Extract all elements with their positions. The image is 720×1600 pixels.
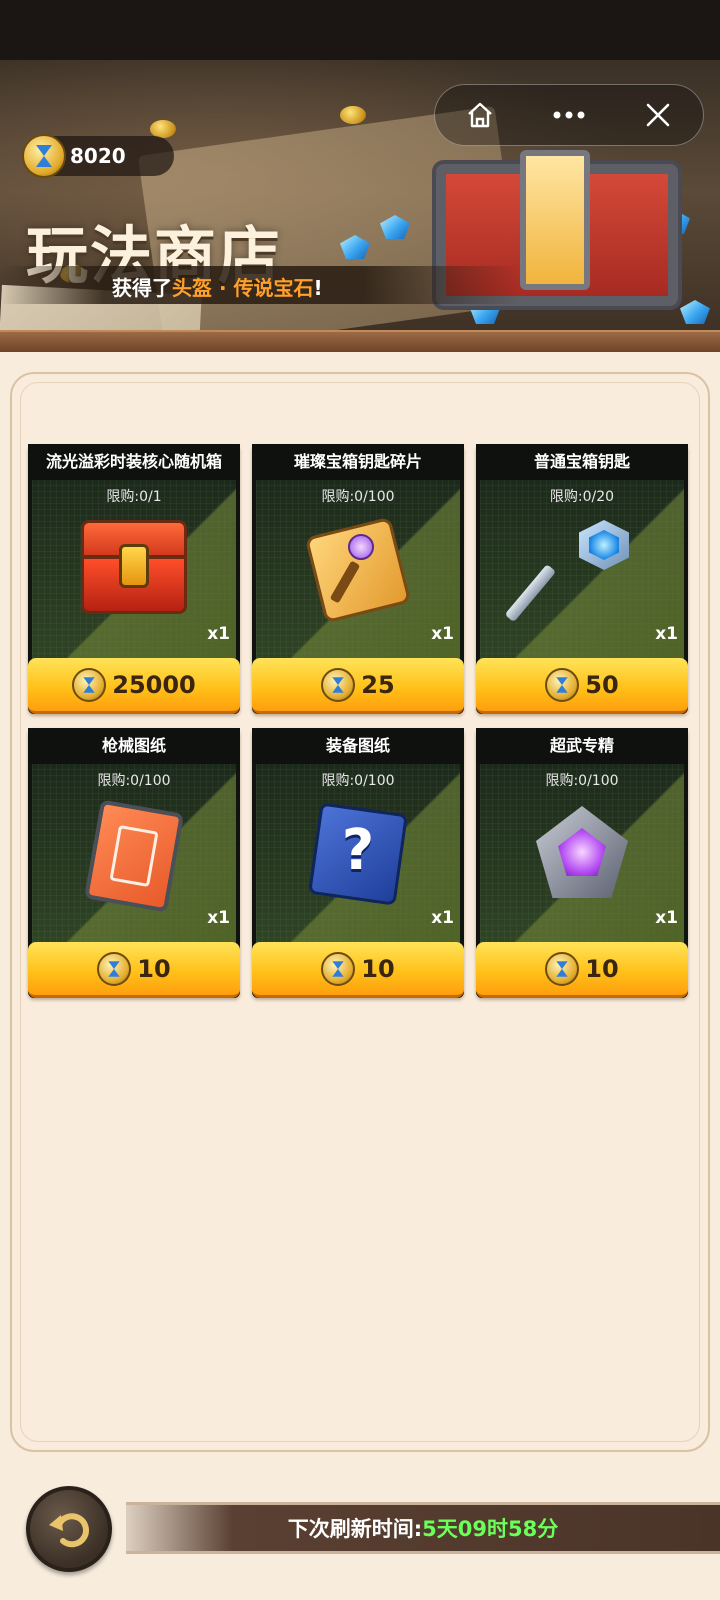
item-price: 10: [137, 954, 171, 983]
item-name: 流光溢彩时装核心随机箱: [28, 444, 240, 480]
super-weapon-icon: [532, 804, 632, 900]
item-quantity: x1: [655, 908, 678, 928]
item-name: 装备图纸: [252, 728, 464, 764]
buy-button[interactable]: 50: [476, 658, 688, 714]
hourglass-coin-icon: [22, 134, 66, 178]
buy-button[interactable]: 10: [476, 942, 688, 998]
item-quantity: x1: [207, 624, 230, 644]
item-purchase-limit: 限购:0/100: [321, 489, 395, 505]
shop-item-card[interactable]: 普通宝箱钥匙 限购:0/20 x1 50: [476, 444, 688, 714]
item-purchase-limit: 限购:0/100: [545, 773, 619, 789]
item-purchase-limit: 限购:0/20: [549, 489, 615, 505]
hourglass-coin-icon: [321, 667, 356, 702]
refresh-countdown: 5天09时58分: [422, 1517, 559, 1541]
key-icon: [504, 520, 637, 630]
item-price: 25000: [112, 670, 196, 699]
item-name: 璀璨宝箱钥匙碎片: [252, 444, 464, 480]
shop-item-card[interactable]: 璀璨宝箱钥匙碎片 限购:0/100 x1 25: [252, 444, 464, 714]
refresh-label: 下次刷新时间:: [287, 1517, 423, 1541]
item-name: 枪械图纸: [28, 728, 240, 764]
item-quantity: x1: [655, 624, 678, 644]
mini-program-capsule: [434, 84, 704, 146]
item-quantity: x1: [431, 624, 454, 644]
item-purchase-limit: 限购:0/1: [106, 489, 162, 505]
item-name: 超武专精: [476, 728, 688, 764]
item-quantity: x1: [431, 908, 454, 928]
marquee-prefix: 获得了: [112, 276, 172, 300]
refresh-timer-bar: 下次刷新时间: 5天09时58分: [126, 1502, 720, 1554]
buy-button[interactable]: 25: [252, 658, 464, 714]
home-icon: [467, 102, 492, 128]
banner-wood-trim: [0, 330, 720, 352]
hourglass-coin-icon: [72, 667, 107, 702]
status-bar: [0, 0, 720, 60]
item-price: 25: [361, 670, 395, 699]
home-button[interactable]: [445, 87, 515, 143]
shop-item-card[interactable]: 流光溢彩时装核心随机箱 限购:0/1 x1 25000: [28, 444, 240, 714]
back-arrow-icon: [49, 1513, 89, 1548]
gem-decoration: [680, 300, 710, 324]
hourglass-coin-icon: [97, 951, 132, 986]
coin-balance: 8020: [70, 144, 126, 168]
item-purchase-limit: 限购:0/100: [321, 773, 395, 789]
buy-button[interactable]: 10: [28, 942, 240, 998]
marquee-highlight: 头盔 · 传说宝石: [172, 276, 314, 300]
key-fragment-icon: [304, 516, 412, 624]
item-price: 50: [585, 670, 619, 699]
gear-blueprint-icon: ?: [308, 802, 408, 906]
coin-decoration: [340, 106, 366, 124]
hourglass-coin-icon: [545, 951, 580, 986]
more-button[interactable]: [534, 87, 604, 143]
gun-blueprint-icon: [83, 799, 185, 913]
item-quantity: x1: [207, 908, 230, 928]
more-icon: [553, 111, 585, 119]
back-button[interactable]: [26, 1486, 112, 1572]
buy-button[interactable]: 25000: [28, 658, 240, 714]
close-icon: [647, 103, 670, 127]
marquee-suffix: !: [313, 276, 323, 300]
hourglass-coin-icon: [545, 667, 580, 702]
close-button[interactable]: [623, 87, 693, 143]
item-name: 普通宝箱钥匙: [476, 444, 688, 480]
shop-item-card[interactable]: 装备图纸 限购:0/100 ? x1 10: [252, 728, 464, 998]
chest-icon: [81, 520, 187, 616]
hourglass-coin-icon: [321, 951, 356, 986]
item-price: 10: [585, 954, 619, 983]
shop-item-card[interactable]: 枪械图纸 限购:0/100 x1 10: [28, 728, 240, 998]
item-price: 10: [361, 954, 395, 983]
buy-button[interactable]: 10: [252, 942, 464, 998]
item-purchase-limit: 限购:0/100: [97, 773, 171, 789]
shop-item-card[interactable]: 超武专精 限购:0/100 x1 10: [476, 728, 688, 998]
reward-marquee: 获得了头盔 · 传说宝石!: [112, 272, 323, 301]
